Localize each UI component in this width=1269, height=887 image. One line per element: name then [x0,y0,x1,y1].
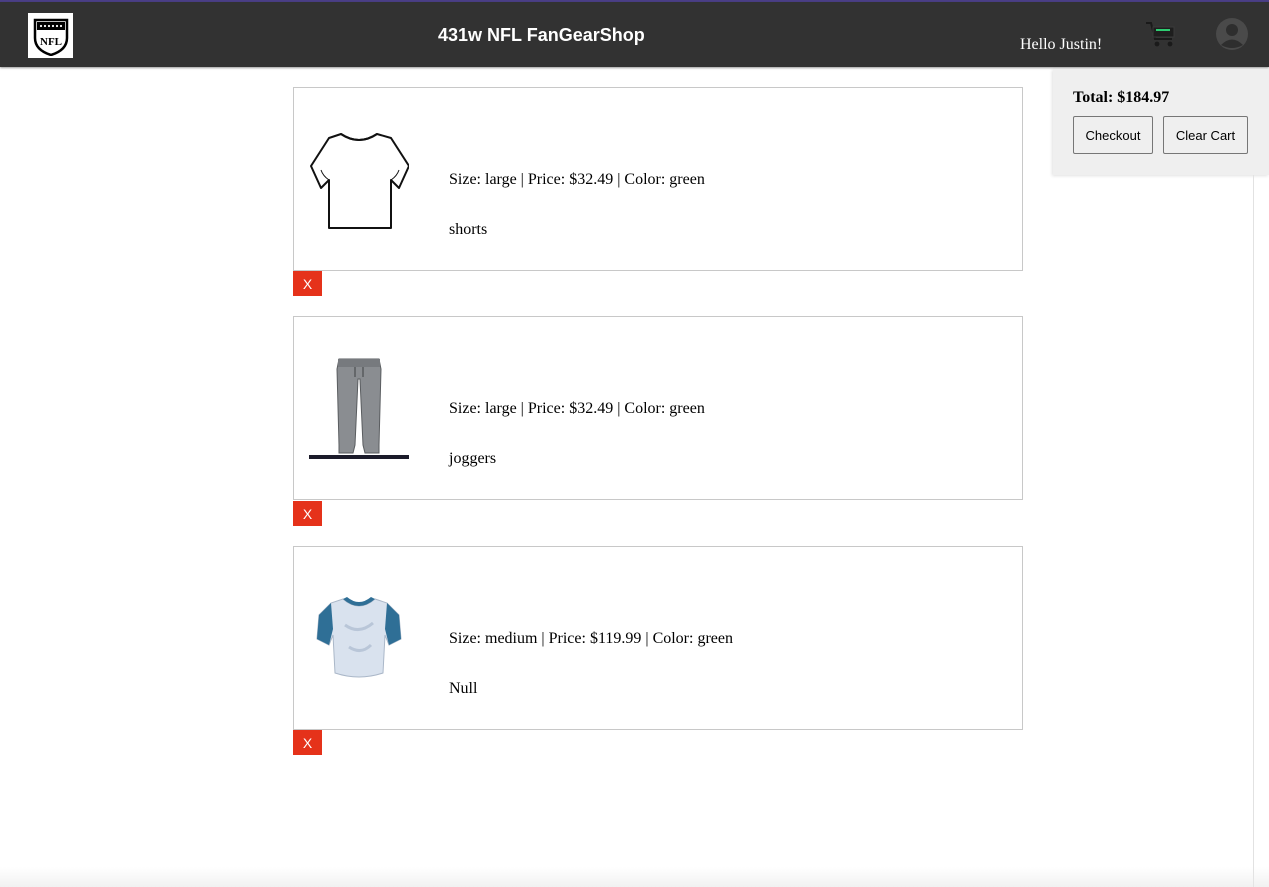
svg-text:NFL: NFL [40,36,62,48]
blue-jersey-image [309,585,409,691]
white-tshirt-image [309,126,410,232]
nfl-logo[interactable]: NFL [28,13,73,58]
item-name: joggers [449,450,497,467]
nfl-shield-icon: NFL [33,18,68,56]
item-name: shorts [449,221,488,238]
cart-summary-panel: Total: $184.97 Checkout Clear Cart [1053,69,1269,175]
top-navbar: NFL 431w NFL FanGearShop Hello Justin! [0,2,1269,67]
cart-item: Size: large | Price: $32.49 | Color: gre… [293,87,1023,271]
cart-item: Size: medium | Price: $119.99 | Color: g… [293,546,1023,730]
cart-item: Size: large | Price: $32.49 | Color: gre… [293,316,1023,500]
shopping-cart-icon[interactable] [1144,19,1178,49]
item-details: Size: large | Price: $32.49 | Color: gre… [449,171,705,188]
scrollbar-track[interactable] [1253,175,1254,887]
item-name: Null [449,680,478,697]
shop-title: 431w NFL FanGearShop [438,25,645,45]
remove-item-button[interactable]: X [293,730,322,755]
user-greeting: Hello Justin! [1020,36,1103,53]
gray-joggers-image [309,355,409,461]
remove-item-button[interactable]: X [293,501,322,526]
checkout-button[interactable]: Checkout [1073,116,1153,154]
item-details: Size: medium | Price: $119.99 | Color: g… [449,630,733,647]
user-avatar-icon[interactable] [1215,17,1249,51]
clear-cart-button[interactable]: Clear Cart [1163,116,1248,154]
cart-total: Total: $184.97 [1073,89,1170,106]
item-details: Size: large | Price: $32.49 | Color: gre… [449,400,705,417]
remove-item-button[interactable]: X [293,271,322,296]
bottom-shadow [0,867,1269,887]
